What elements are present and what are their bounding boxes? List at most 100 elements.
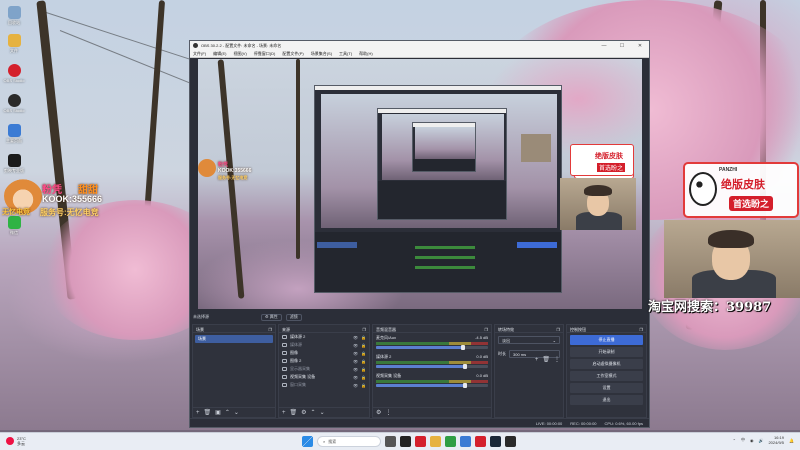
transition-select[interactable]: 淡出 ⌄ bbox=[498, 336, 560, 344]
visibility-icon[interactable]: 👁 bbox=[353, 383, 358, 388]
remove-transition-icon[interactable]: 🗑 bbox=[542, 356, 550, 363]
lock-icon[interactable]: 🔒 bbox=[361, 351, 366, 356]
visibility-icon[interactable]: 👁 bbox=[353, 343, 358, 348]
scene-filter-icon[interactable]: ▣ bbox=[215, 409, 221, 416]
start-virtual-camera-button[interactable]: 启动虚拟摄像机 bbox=[570, 359, 643, 369]
dock-float-icon[interactable]: ❐ bbox=[268, 327, 272, 332]
lock-icon[interactable]: 🔒 bbox=[361, 335, 366, 340]
capcut-icon[interactable]: 剪映专业版 bbox=[3, 154, 25, 174]
dock-float-icon[interactable]: ❐ bbox=[556, 327, 560, 332]
move-down-icon[interactable]: ⌄ bbox=[320, 409, 325, 416]
visibility-icon[interactable]: 👁 bbox=[353, 359, 358, 364]
mixer-channel: 视频采集 设备 0.0 dB bbox=[376, 373, 488, 388]
add-source-icon[interactable]: + bbox=[282, 410, 286, 416]
app-icon[interactable] bbox=[415, 436, 426, 447]
wechat-icon[interactable]: 微信 bbox=[3, 216, 25, 236]
app-shortcut-icon[interactable]: 主要页面 bbox=[3, 124, 25, 144]
minimize-icon[interactable]: — bbox=[595, 43, 613, 49]
remove-source-icon[interactable]: 🗑 bbox=[290, 409, 298, 416]
lock-icon[interactable]: 🔒 bbox=[361, 367, 366, 372]
menu-view[interactable]: 视图(V) bbox=[233, 51, 246, 57]
input-language[interactable]: 中 bbox=[741, 437, 745, 443]
source-properties-icon[interactable]: ⚙ bbox=[301, 409, 306, 416]
menu-file[interactable]: 文件(F) bbox=[193, 51, 206, 57]
weather-widget[interactable]: 23°C 多云 bbox=[6, 436, 26, 446]
obs-titlebar[interactable]: OBS 30.2.2 - 配置文件: 未命名 - 场景: 未命名 — ☐ ✕ bbox=[190, 41, 649, 50]
menu-help[interactable]: 帮助(H) bbox=[359, 51, 373, 57]
volume-icon[interactable]: 🔊 bbox=[758, 438, 763, 443]
dock-float-icon[interactable]: ❐ bbox=[362, 327, 366, 332]
remove-scene-icon[interactable]: 🗑 bbox=[204, 409, 212, 416]
move-up-icon[interactable]: ⌃ bbox=[311, 409, 316, 416]
clock[interactable]: 16:19 2024/9/5 bbox=[768, 435, 784, 445]
app-icon[interactable] bbox=[475, 436, 486, 447]
lock-icon[interactable]: 🔒 bbox=[361, 343, 366, 348]
webcam-overlay-large bbox=[664, 220, 800, 298]
mixer-settings-icon[interactable]: ⚙ bbox=[376, 409, 381, 416]
source-item[interactable]: 窗口采集 👁 🔒 bbox=[279, 381, 369, 389]
recycle-bin-icon[interactable]: 回收站 bbox=[3, 6, 25, 26]
folder-icon[interactable]: 文件 bbox=[3, 34, 25, 54]
settings-button[interactable]: 设置 bbox=[570, 383, 643, 393]
scene-item[interactable]: 场景 bbox=[195, 335, 273, 343]
close-icon[interactable]: ✕ bbox=[631, 43, 649, 49]
search-box[interactable]: ⌕ 搜索 bbox=[317, 436, 381, 447]
move-down-icon[interactable]: ⌄ bbox=[234, 409, 239, 416]
visibility-icon[interactable]: 👁 bbox=[353, 375, 358, 380]
volume-slider[interactable] bbox=[376, 345, 488, 350]
app-icon[interactable] bbox=[460, 436, 471, 447]
visibility-icon[interactable]: 👁 bbox=[353, 335, 358, 340]
dock-float-icon[interactable]: ❐ bbox=[639, 327, 643, 332]
obs-studio-icon[interactable]: OBS Studio bbox=[3, 64, 25, 83]
app-icon[interactable] bbox=[430, 436, 441, 447]
add-scene-icon[interactable]: + bbox=[196, 410, 200, 416]
move-up-icon[interactable]: ⌃ bbox=[225, 409, 230, 416]
properties-button[interactable]: ⚙ 属性 bbox=[261, 313, 282, 321]
taskbar-apps: ⌕ 搜索 bbox=[302, 436, 516, 447]
filters-button[interactable]: 滤镜 bbox=[285, 313, 302, 321]
menu-scene-collection[interactable]: 场景集合(S) bbox=[311, 51, 332, 57]
source-item[interactable]: 显示器采集 👁 🔒 bbox=[279, 365, 369, 373]
start-recording-button[interactable]: 开始录制 bbox=[570, 347, 643, 357]
add-transition-icon[interactable]: + bbox=[535, 357, 539, 363]
display-capture-icon bbox=[282, 367, 287, 371]
source-item[interactable]: 视频采集 设备 👁 🔒 bbox=[279, 373, 369, 381]
lock-icon[interactable]: 🔒 bbox=[361, 375, 366, 380]
app-icon[interactable] bbox=[400, 436, 411, 447]
source-item[interactable]: 图像 👁 🔒 bbox=[279, 349, 369, 357]
camera-source-icon bbox=[282, 375, 287, 379]
menu-edit[interactable]: 编辑(E) bbox=[213, 51, 226, 57]
studio-mode-button[interactable]: 工作室模式 bbox=[570, 371, 643, 381]
visibility-icon[interactable]: 👁 bbox=[353, 351, 358, 356]
app-icon[interactable] bbox=[445, 436, 456, 447]
lock-icon[interactable]: 🔒 bbox=[361, 359, 366, 364]
dock-float-icon[interactable]: ❐ bbox=[484, 327, 488, 332]
app-icon[interactable] bbox=[505, 436, 516, 447]
obs-studio-icon[interactable]: OBS Studio bbox=[3, 94, 25, 113]
stop-streaming-button[interactable]: 停止直播 bbox=[570, 335, 643, 345]
source-item[interactable]: 媒体源 2 👁 🔒 bbox=[279, 333, 369, 341]
status-bar: LIVE: 00:00:00 REC: 00:00:00 CPU: 0.6%, … bbox=[190, 418, 649, 427]
source-item[interactable]: 图像 2 👁 🔒 bbox=[279, 357, 369, 365]
notification-icon[interactable]: 🔔 bbox=[789, 438, 794, 443]
volume-slider[interactable] bbox=[376, 383, 488, 388]
maximize-icon[interactable]: ☐ bbox=[613, 43, 631, 49]
steam-icon[interactable] bbox=[490, 436, 501, 447]
volume-slider[interactable] bbox=[376, 364, 488, 369]
mixer-menu-icon[interactable]: ⋮ bbox=[385, 409, 391, 416]
transition-menu-icon[interactable]: ⋮ bbox=[554, 356, 560, 363]
network-icon[interactable]: ◉ bbox=[750, 438, 754, 443]
windows-start-icon[interactable] bbox=[302, 436, 313, 447]
menu-tools[interactable]: 工具(T) bbox=[339, 51, 352, 57]
task-view-icon[interactable] bbox=[385, 436, 396, 447]
system-tray: ⌃ 中 ◉ 🔊 16:19 2024/9/5 🔔 bbox=[733, 435, 794, 445]
lock-icon[interactable]: 🔒 bbox=[361, 383, 366, 388]
image-source-icon bbox=[282, 351, 287, 355]
visibility-icon[interactable]: 👁 bbox=[353, 367, 358, 372]
menu-docks[interactable]: 停靠窗口(D) bbox=[254, 51, 276, 57]
chevron-up-icon[interactable]: ⌃ bbox=[733, 438, 736, 443]
exit-button[interactable]: 退出 bbox=[570, 395, 643, 405]
menu-profile[interactable]: 配置文件(P) bbox=[282, 51, 303, 57]
taobao-search-text: 淘宝网搜索：39987 bbox=[648, 300, 772, 315]
source-item[interactable]: 媒体源 👁 🔒 bbox=[279, 341, 369, 349]
